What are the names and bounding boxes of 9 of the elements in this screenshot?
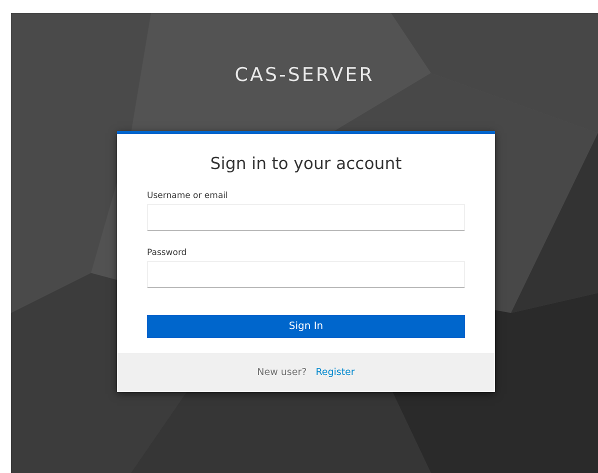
- login-title: Sign in to your account: [209, 154, 403, 173]
- register-link[interactable]: Register: [316, 367, 355, 378]
- input-field[interactable]: [147, 261, 465, 288]
- field-label: Password: [147, 248, 188, 258]
- new-user-text: New user?: [257, 367, 307, 378]
- input-field[interactable]: [147, 204, 465, 231]
- site-title: CAS-SERVER: [234, 63, 374, 87]
- field-label: Username or email: [147, 191, 229, 201]
- sign-in-button[interactable]: Sign In: [147, 315, 465, 338]
